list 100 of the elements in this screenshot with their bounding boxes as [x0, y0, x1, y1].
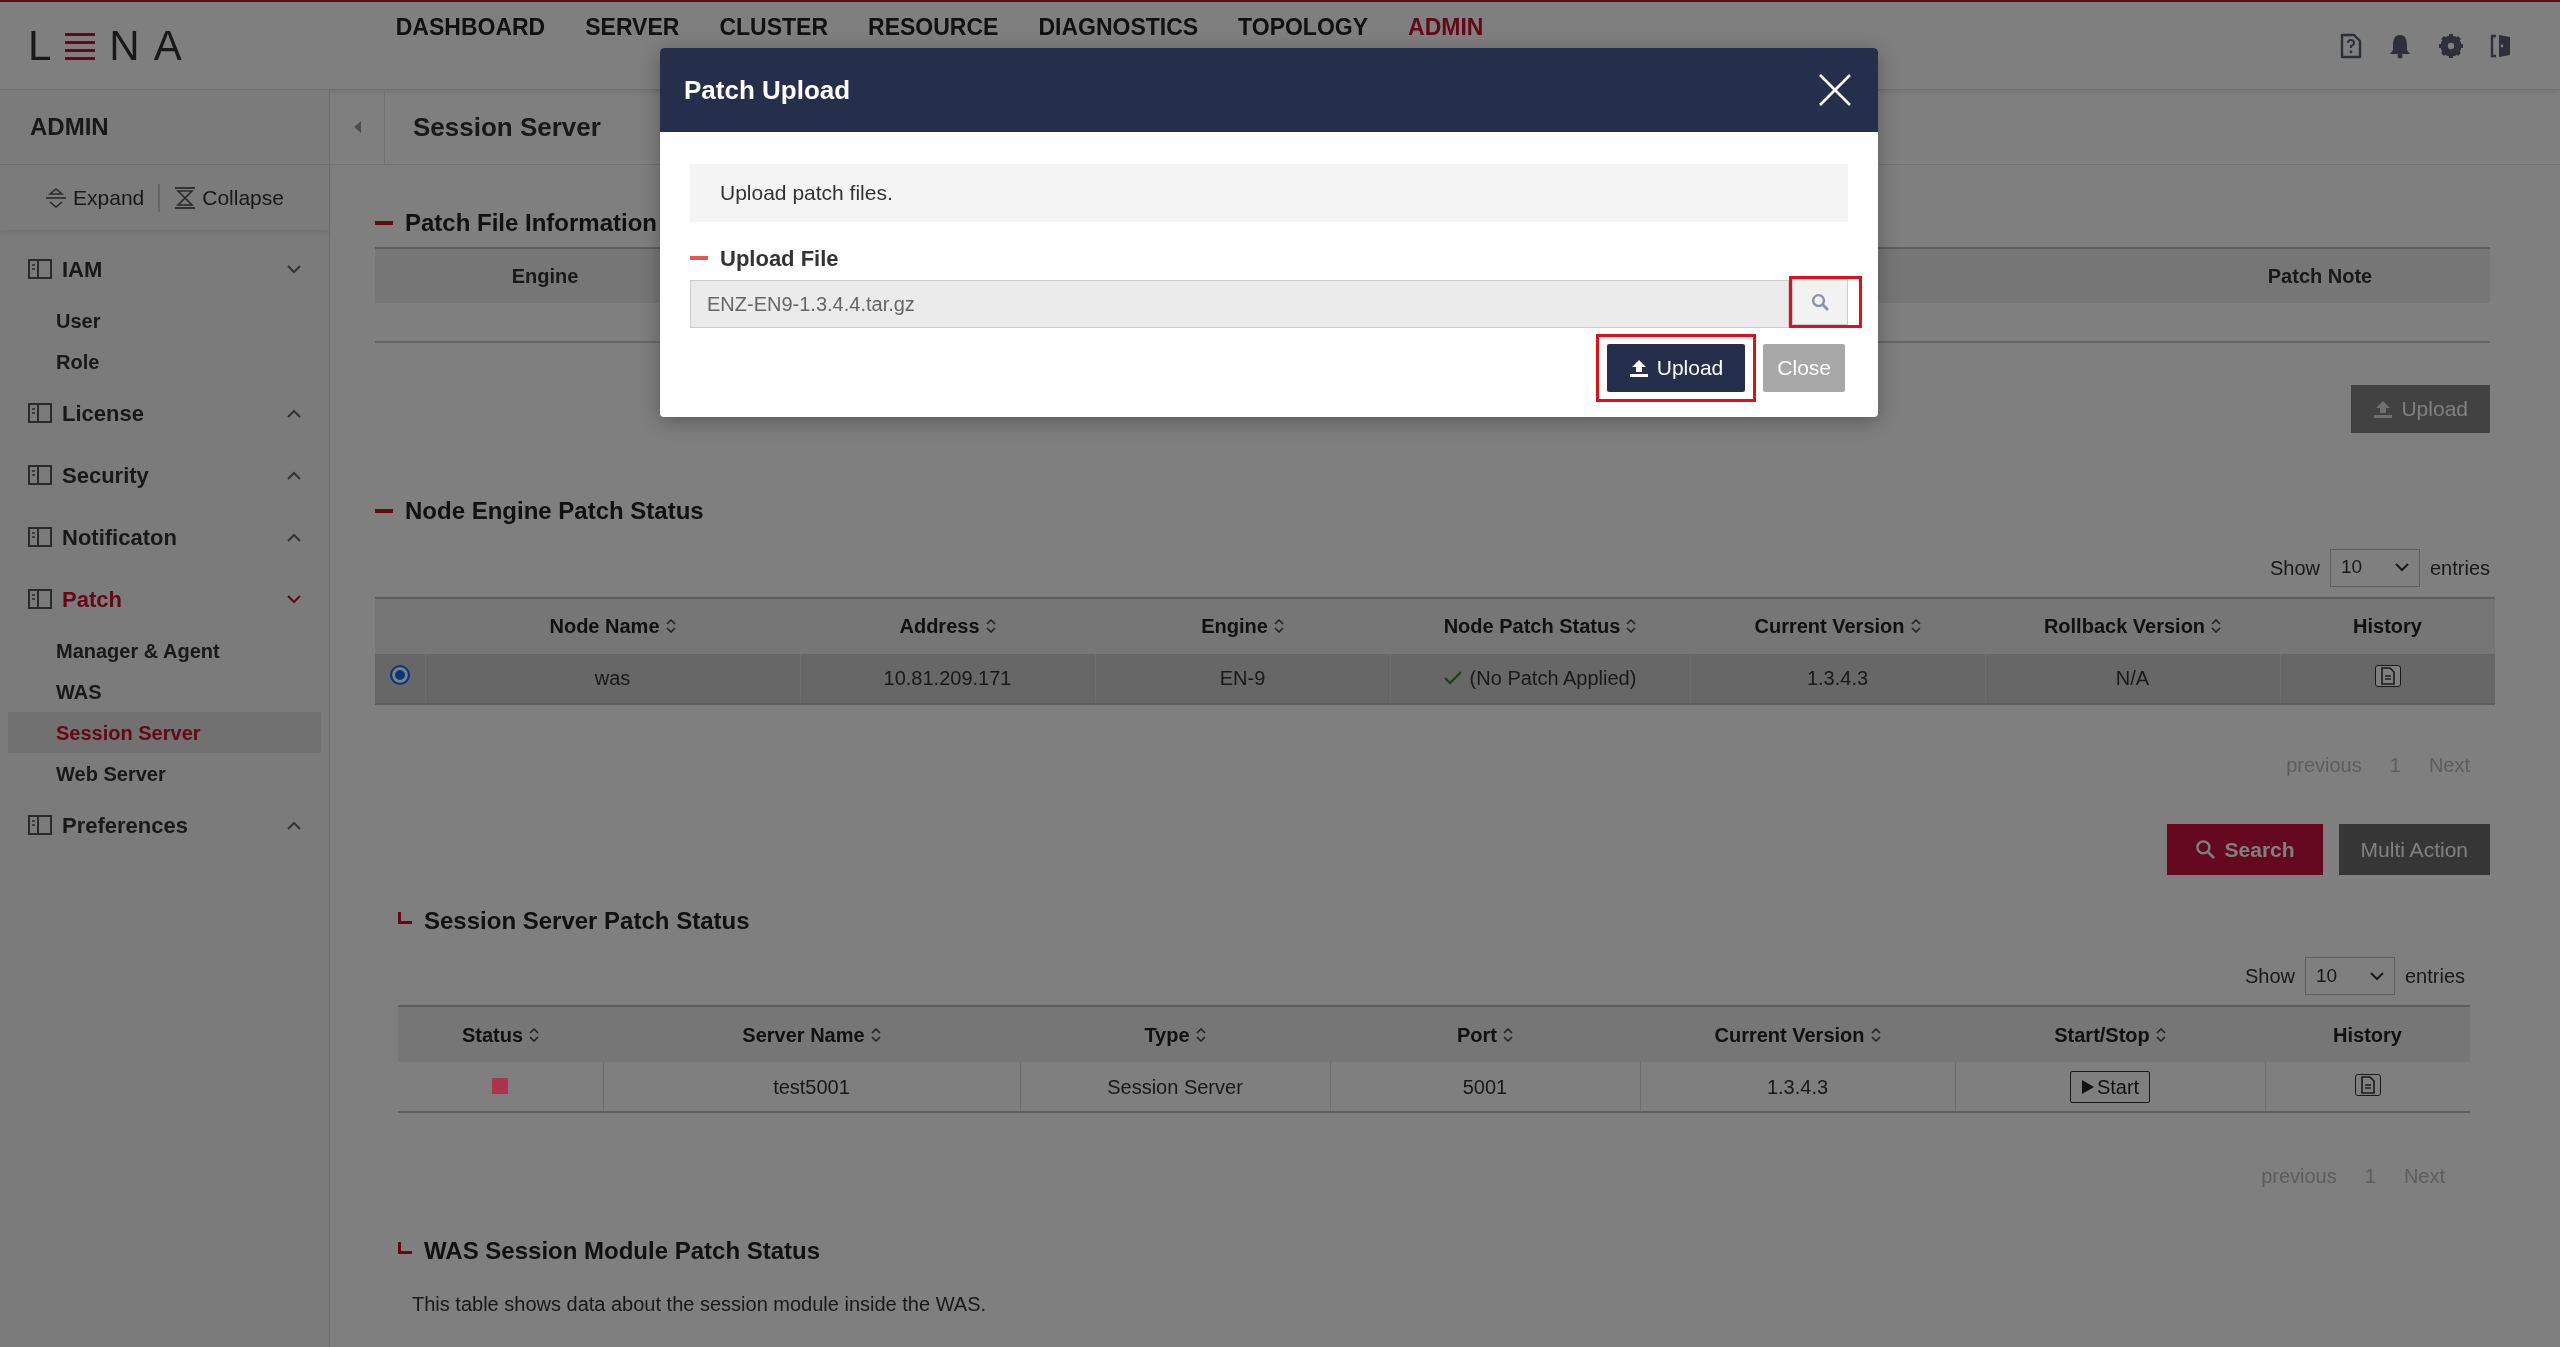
close-button[interactable]: Close — [1763, 344, 1845, 392]
history-button[interactable] — [2354, 1073, 2381, 1096]
panel-icon — [28, 403, 52, 423]
sort-icon — [529, 1027, 540, 1042]
bell-icon[interactable] — [2388, 32, 2412, 59]
table-cell: 5001 — [1462, 1075, 1508, 1098]
table-cell-text: (No Patch Applied) — [1469, 666, 1637, 691]
sort-icon — [1870, 1027, 1881, 1042]
search-icon — [1811, 293, 1829, 311]
start-button[interactable]: Start — [2069, 1070, 2151, 1103]
upload-icon — [1628, 358, 1649, 377]
sidebar-item[interactable]: Manager & Agent — [8, 630, 321, 671]
field-label: Upload File — [720, 244, 839, 273]
panel-icon — [28, 589, 52, 609]
collapse-icon — [174, 186, 197, 209]
show-label: Show — [2269, 555, 2320, 581]
sidebar-group[interactable]: IAM — [0, 238, 329, 300]
collapse-button[interactable]: Collapse — [174, 181, 284, 214]
nav-link[interactable]: DIAGNOSTICS — [1038, 14, 1199, 40]
table-cell: 1.3.4.3 — [1766, 1075, 1829, 1098]
corner-mark — [398, 1242, 412, 1254]
column-header: Patch Note — [2266, 264, 2374, 289]
sort-icon — [1910, 619, 1921, 633]
help-document-icon[interactable] — [2340, 32, 2362, 59]
table-cell: was — [594, 667, 631, 689]
section-dash — [375, 508, 393, 513]
sidebar-title: ADMIN — [0, 90, 329, 165]
close-icon — [1818, 73, 1852, 107]
sort-icon — [1503, 1027, 1513, 1042]
column-header[interactable]: Type — [1144, 1019, 1206, 1050]
sort-icon — [2211, 619, 2222, 633]
sort-icon — [665, 619, 676, 633]
sidebar-group[interactable]: Patch — [0, 568, 329, 630]
section-dash — [690, 256, 708, 260]
sort-icon — [870, 1027, 881, 1042]
page-title: Session Server — [412, 110, 601, 144]
upload-icon — [2373, 399, 2394, 418]
column-header[interactable]: Start/Stop — [2054, 1019, 2166, 1050]
info-message: Upload patch files. — [690, 164, 1848, 222]
column-header[interactable]: Server Name — [742, 1019, 881, 1050]
section-description: This table shows data about the session module inside the WAS. — [412, 1292, 988, 1317]
search-button[interactable]: Search — [2166, 823, 2323, 875]
file-field[interactable]: ENZ-EN9-1.3.4.4.tar.gz — [690, 280, 1789, 328]
column-header: History — [2333, 1022, 2402, 1048]
sort-icon — [1273, 619, 1284, 633]
column-header[interactable]: Port — [1457, 1019, 1513, 1050]
column-header: Engine — [510, 264, 580, 289]
expand-button[interactable]: Expand — [45, 181, 145, 214]
panel-icon — [28, 259, 52, 279]
upload-button[interactable]: Upload — [1606, 344, 1746, 392]
entries-label: entries — [2429, 555, 2490, 581]
check-icon — [1443, 671, 1462, 685]
page-size-select[interactable]: 10 — [2304, 957, 2395, 995]
nav-link[interactable]: DASHBOARD — [395, 14, 546, 40]
sort-icon — [1195, 1027, 1206, 1042]
search-button[interactable] — [1792, 279, 1848, 325]
table-cell: Session Server — [1107, 1075, 1243, 1098]
play-icon — [2080, 1078, 2095, 1095]
back-icon[interactable] — [352, 120, 362, 134]
sidebar-item[interactable]: WAS — [8, 671, 321, 712]
logout-door-icon[interactable] — [2490, 32, 2512, 59]
show-label: Show — [2244, 964, 2295, 989]
nav-link[interactable]: ADMIN — [1408, 14, 1484, 40]
search-icon — [2194, 839, 2215, 860]
table-cell: EN-9 — [1219, 667, 1266, 689]
section-dash — [375, 221, 393, 225]
column-header[interactable]: Engine — [1201, 611, 1284, 641]
sidebar-item[interactable]: Role — [8, 341, 321, 382]
sidebar-group[interactable]: Security — [0, 444, 329, 506]
sidebar-group[interactable]: Preferences — [0, 794, 329, 856]
document-icon — [2379, 667, 2396, 685]
radio-button[interactable] — [389, 665, 410, 685]
column-header[interactable]: Address — [899, 611, 996, 641]
settings-icon[interactable] — [2438, 32, 2464, 59]
table-cell: test5001 — [773, 1075, 850, 1098]
nav-link[interactable]: CLUSTER — [719, 14, 828, 40]
panel-icon — [28, 527, 52, 547]
sidebar-item[interactable]: User — [8, 300, 321, 341]
multi-action-button[interactable]: Multi Action — [2338, 823, 2490, 875]
nav-link[interactable]: TOPOLOGY — [1238, 14, 1369, 40]
logo-letters: NA — [109, 21, 196, 71]
nav-link[interactable]: SERVER — [585, 14, 680, 40]
page-size-select[interactable]: 10 — [2329, 548, 2420, 587]
panel-icon — [28, 815, 52, 835]
table-cell: 1.3.4.3 — [1806, 667, 1869, 689]
sidebar-group[interactable]: License — [0, 382, 329, 444]
history-button[interactable] — [2374, 665, 2401, 687]
sidebar-group[interactable]: Notificaton — [0, 506, 329, 568]
sidebar-item[interactable]: Session Server — [8, 712, 321, 753]
column-header: History — [2353, 614, 2422, 639]
sidebar-item[interactable]: Web Server — [8, 753, 321, 794]
document-icon — [2359, 1075, 2376, 1094]
entries-label: entries — [2404, 964, 2465, 989]
column-header[interactable]: Node Name — [549, 611, 676, 641]
panel-icon — [28, 465, 52, 485]
corner-mark — [398, 912, 412, 924]
section-title: Session Server Patch Status — [424, 906, 750, 936]
nav-link[interactable]: RESOURCE — [868, 14, 999, 40]
section-title: WAS Session Module Patch Status — [424, 1236, 821, 1266]
section-title: Node Engine Patch Status — [405, 495, 704, 526]
